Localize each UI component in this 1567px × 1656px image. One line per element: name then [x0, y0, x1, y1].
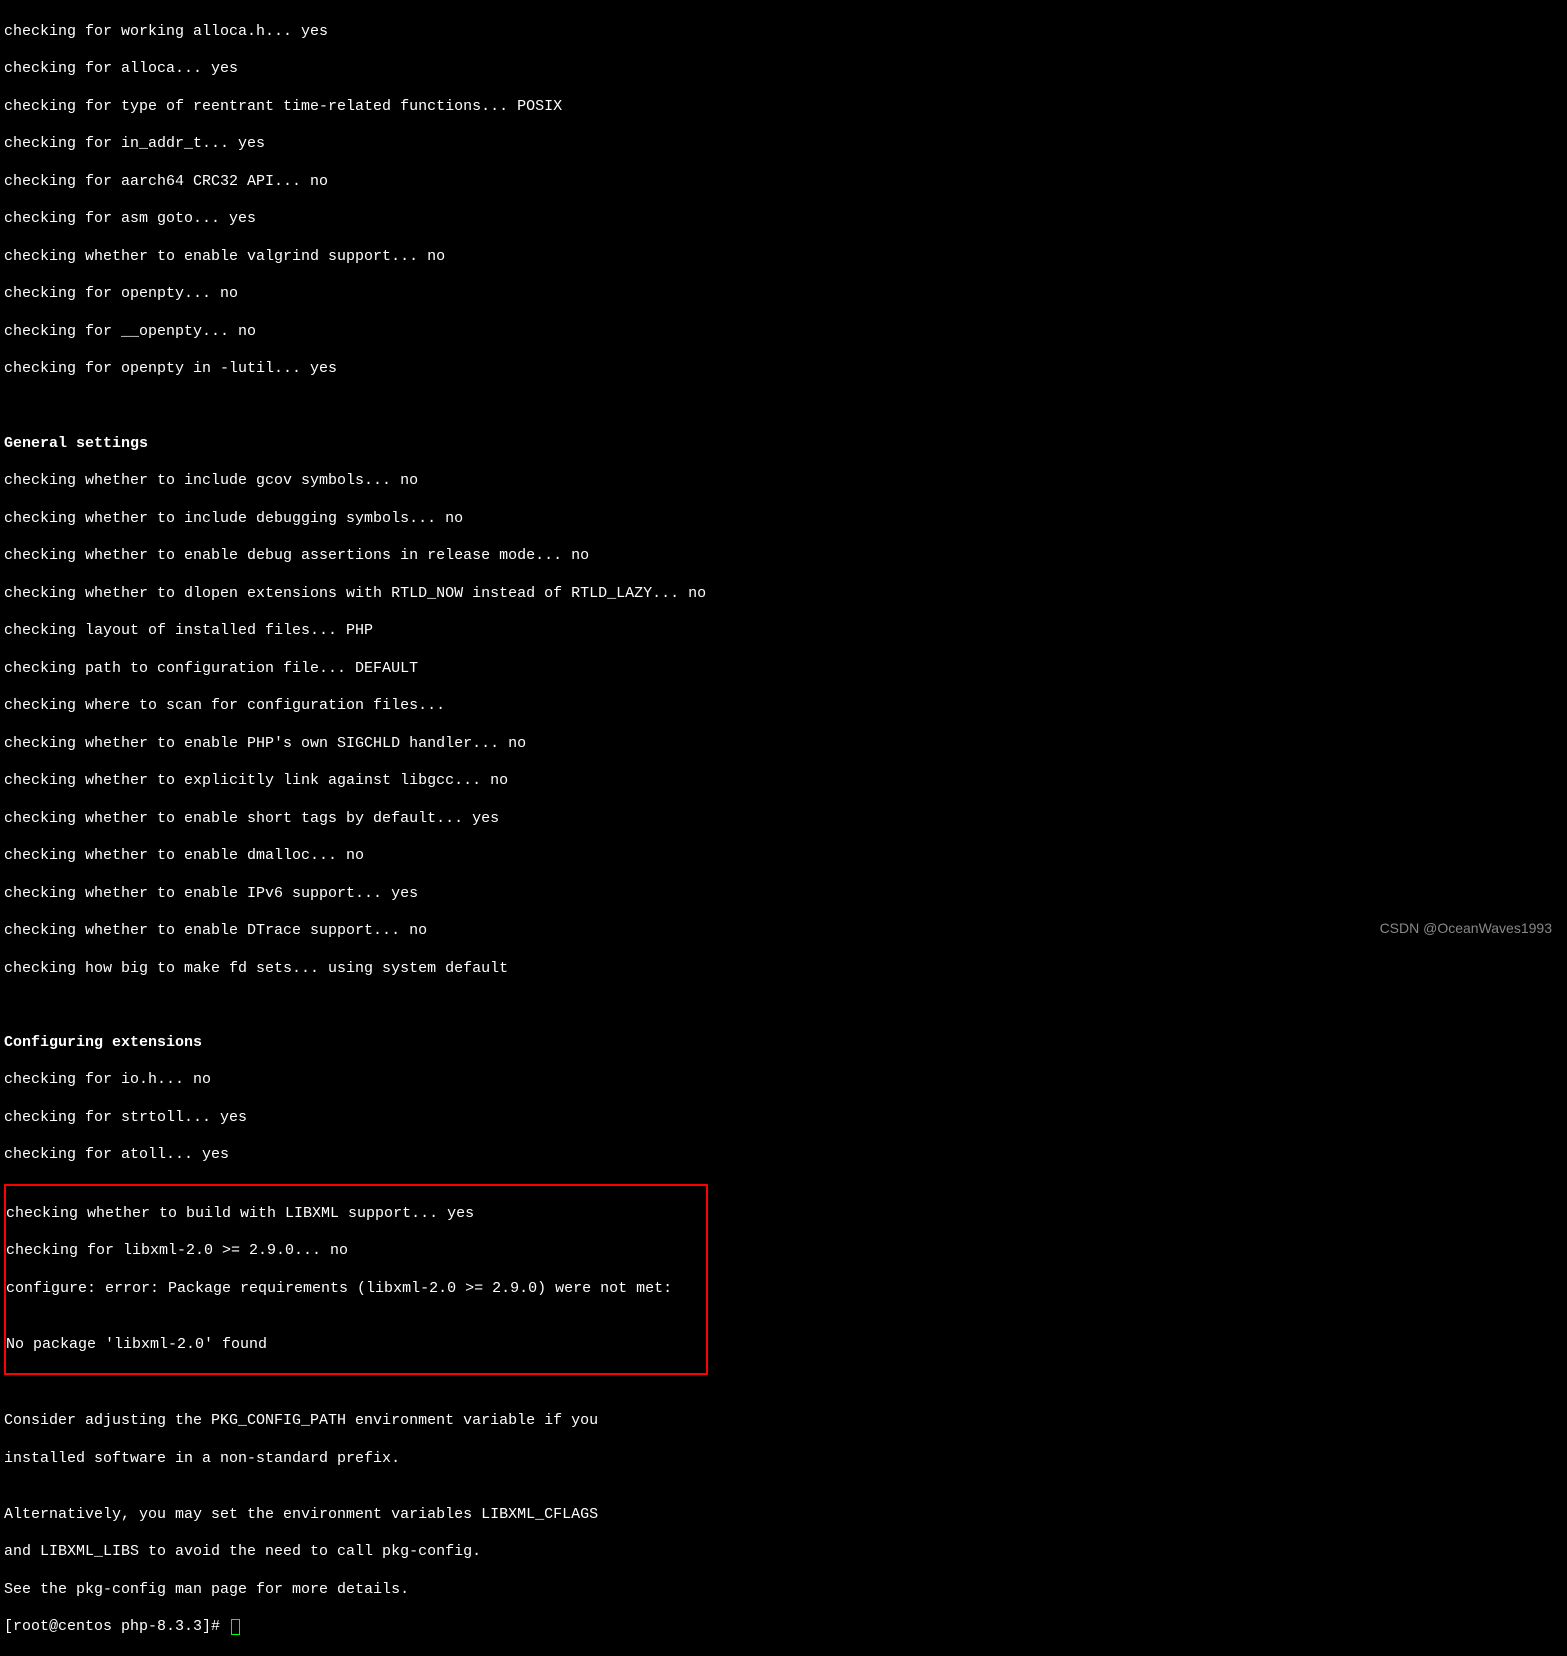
- output-line: checking whether to enable PHP's own SIG…: [4, 735, 1563, 754]
- section-heading: General settings: [4, 435, 1563, 454]
- output-line: checking for working alloca.h... yes: [4, 23, 1563, 42]
- output-line: checking whether to enable IPv6 support.…: [4, 885, 1563, 904]
- output-line: checking for aarch64 CRC32 API... no: [4, 173, 1563, 192]
- output-line: checking for io.h... no: [4, 1071, 1563, 1090]
- output-line: checking for openpty in -lutil... yes: [4, 360, 1563, 379]
- output-line: checking whether to enable valgrind supp…: [4, 248, 1563, 267]
- prompt-text: [root@centos php-8.3.3]#: [4, 1618, 229, 1635]
- output-line: checking whether to include debugging sy…: [4, 510, 1563, 529]
- output-line: checking whether to include gcov symbols…: [4, 472, 1563, 491]
- output-line: and LIBXML_LIBS to avoid the need to cal…: [4, 1543, 1563, 1562]
- terminal-output[interactable]: checking for working alloca.h... yes che…: [4, 4, 1563, 1656]
- output-line: checking for asm goto... yes: [4, 210, 1563, 229]
- output-line: checking for type of reentrant time-rela…: [4, 98, 1563, 117]
- watermark-text: CSDN @OceanWaves1993: [1380, 920, 1552, 938]
- output-line: checking for __openpty... no: [4, 323, 1563, 342]
- output-line: checking for alloca... yes: [4, 60, 1563, 79]
- output-line: installed software in a non-standard pre…: [4, 1450, 1563, 1469]
- output-line: checking whether to enable DTrace suppor…: [4, 922, 1563, 941]
- output-line: checking for strtoll... yes: [4, 1109, 1563, 1128]
- output-line: checking where to scan for configuration…: [4, 697, 1563, 716]
- error-highlight-box: checking whether to build with LIBXML su…: [4, 1184, 708, 1376]
- output-line: checking for openpty... no: [4, 285, 1563, 304]
- output-line: Consider adjusting the PKG_CONFIG_PATH e…: [4, 1412, 1563, 1431]
- output-line: checking for in_addr_t... yes: [4, 135, 1563, 154]
- cursor-icon: [231, 1619, 240, 1635]
- shell-prompt[interactable]: [root@centos php-8.3.3]#: [4, 1618, 1563, 1637]
- output-line: checking for libxml-2.0 >= 2.9.0... no: [6, 1242, 706, 1261]
- output-line: checking whether to enable dmalloc... no: [4, 847, 1563, 866]
- output-line: checking for atoll... yes: [4, 1146, 1563, 1165]
- output-line: checking how big to make fd sets... usin…: [4, 960, 1563, 979]
- output-line: See the pkg-config man page for more det…: [4, 1581, 1563, 1600]
- error-line: configure: error: Package requirements (…: [6, 1280, 706, 1299]
- output-line: checking whether to explicitly link agai…: [4, 772, 1563, 791]
- output-line: checking whether to enable short tags by…: [4, 810, 1563, 829]
- output-line: checking path to configuration file... D…: [4, 660, 1563, 679]
- output-line: checking whether to dlopen extensions wi…: [4, 585, 1563, 604]
- output-line: checking whether to enable debug asserti…: [4, 547, 1563, 566]
- output-line: checking whether to build with LIBXML su…: [6, 1205, 706, 1224]
- output-line: checking layout of installed files... PH…: [4, 622, 1563, 641]
- section-heading: Configuring extensions: [4, 1034, 1563, 1053]
- output-line: Alternatively, you may set the environme…: [4, 1506, 1563, 1525]
- error-line: No package 'libxml-2.0' found: [6, 1336, 706, 1355]
